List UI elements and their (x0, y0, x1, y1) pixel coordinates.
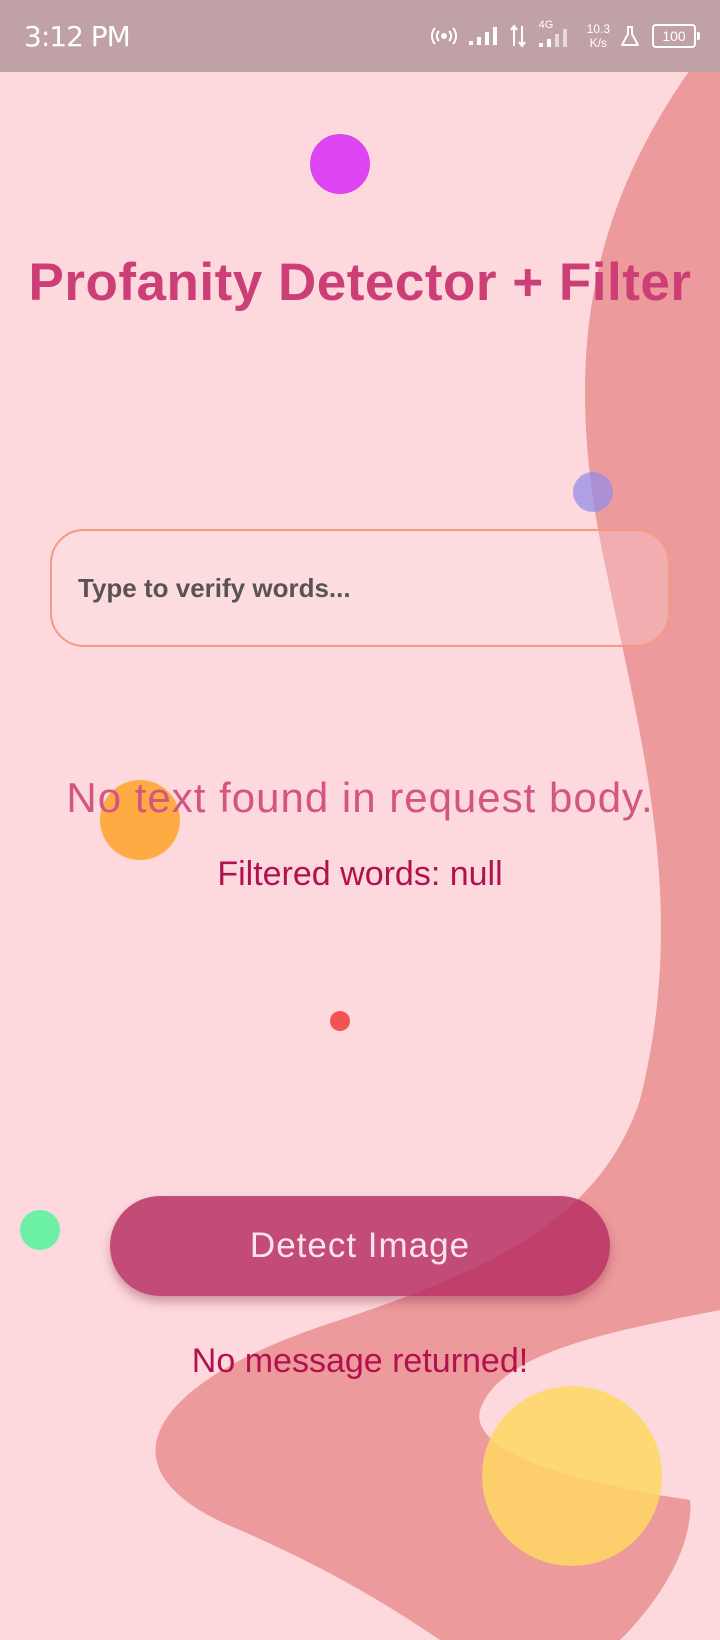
net-speed-unit: K/s (589, 36, 607, 50)
detect-image-button[interactable]: Detect Image (110, 1196, 610, 1296)
signal-4g-icon (538, 29, 567, 47)
flask-icon (621, 26, 639, 46)
net-speed: 10.3 K/s (587, 22, 610, 50)
verify-words-input[interactable] (76, 571, 644, 605)
signal-icon (468, 27, 497, 45)
battery-icon: 100 (652, 24, 700, 48)
message-text: No message returned! (191, 1342, 529, 1380)
status-bar: 3:12 PM 4G 10.3 K/s 100 (0, 0, 720, 72)
decor-circle-green (20, 1210, 60, 1250)
result-text: No text found in request body. (66, 774, 654, 821)
decor-circle-yellow (482, 1386, 662, 1566)
hotspot-icon (430, 27, 457, 45)
decor-circle-magenta (310, 134, 370, 194)
verify-input-container[interactable] (50, 529, 670, 647)
data-arrows-icon (509, 24, 526, 48)
decor-circle-red (330, 1011, 350, 1031)
status-icons: 4G 10.3 K/s 100 (430, 19, 700, 50)
app-title: Profanity Detector + Filter (28, 253, 692, 312)
decor-circle-lavender (573, 472, 613, 512)
net-speed-value: 10.3 (586, 22, 610, 36)
filtered-words-text: Filtered words: null (217, 855, 503, 893)
status-time: 3:12 PM (24, 19, 131, 53)
battery-level: 100 (662, 28, 686, 44)
signal-4g: 4G (537, 19, 569, 49)
